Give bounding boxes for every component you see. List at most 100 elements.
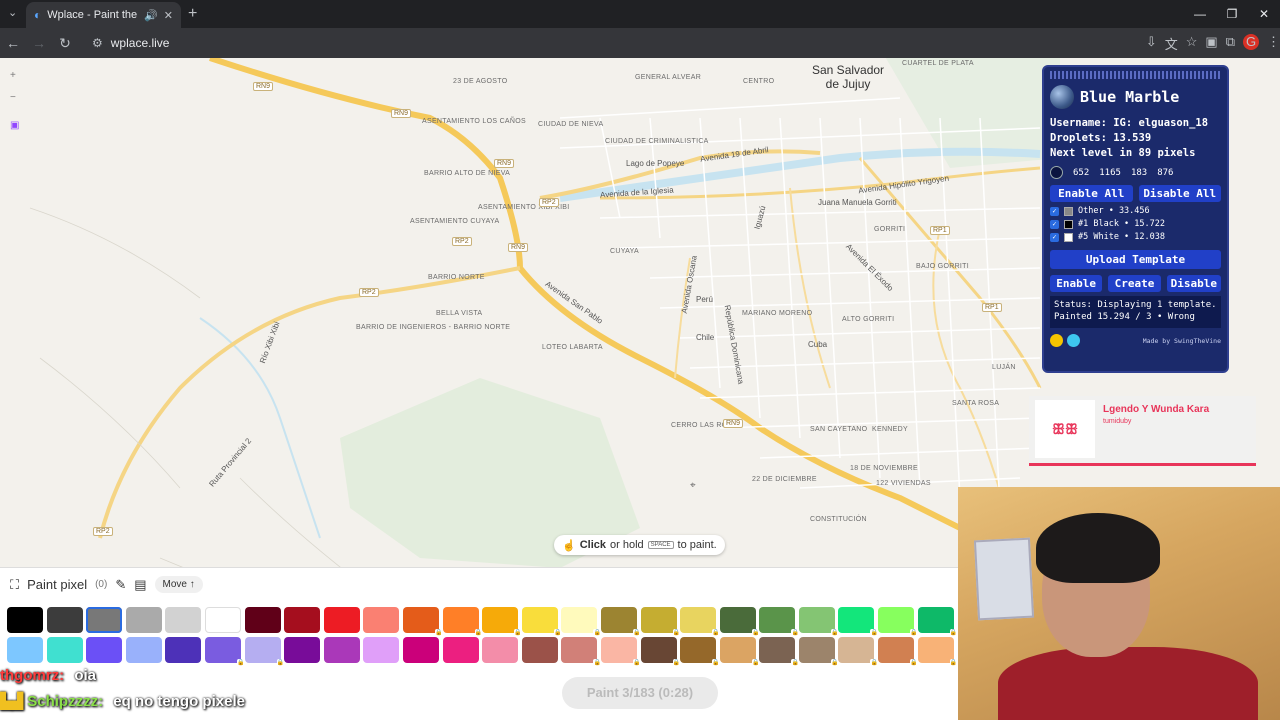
- tab-audio-icon[interactable]: 🔊: [144, 9, 158, 22]
- pin-coordinates-icon[interactable]: [1050, 166, 1063, 179]
- palette-color-swatch[interactable]: [442, 637, 479, 663]
- zoom-in-icon[interactable]: +: [10, 70, 16, 81]
- palette-color-swatch[interactable]: [482, 637, 519, 663]
- palette-color-swatch[interactable]: 🔒: [719, 637, 760, 667]
- paint-button[interactable]: Paint 3/183 (0:28): [562, 677, 718, 709]
- browser-menu-icon[interactable]: ⋮: [1267, 34, 1280, 53]
- coord-tile-x[interactable]: 652: [1073, 168, 1089, 178]
- palette-color-swatch[interactable]: [46, 607, 83, 633]
- palette-color-swatch[interactable]: [86, 607, 123, 633]
- panel-drag-handle[interactable]: [1050, 71, 1221, 79]
- eraser-icon[interactable]: ▤: [134, 577, 146, 593]
- settings-toggle-icon[interactable]: [1067, 334, 1080, 347]
- palette-color-swatch[interactable]: 🔒: [680, 637, 721, 667]
- minimize-icon[interactable]: —: [1184, 0, 1216, 28]
- palette-color-swatch[interactable]: 🔒: [759, 607, 800, 637]
- palette-color-swatch[interactable]: [323, 637, 360, 663]
- palette-color-swatch[interactable]: 🔒: [244, 637, 285, 667]
- zoom-out-icon[interactable]: −: [10, 92, 16, 103]
- palette-color-swatch[interactable]: [7, 607, 43, 633]
- palette-color-swatch[interactable]: 🔒: [680, 607, 721, 637]
- new-tab-icon[interactable]: +: [188, 5, 197, 23]
- palette-color-swatch[interactable]: [402, 637, 439, 663]
- coord-tile-y[interactable]: 1165: [1099, 168, 1121, 178]
- translate-icon[interactable]: 文: [1165, 34, 1178, 53]
- globe-icon[interactable]: [1050, 85, 1074, 109]
- palette-color-swatch[interactable]: 🔒: [759, 637, 800, 667]
- palette-color-swatch[interactable]: 🔒: [442, 607, 483, 637]
- palette-color-swatch[interactable]: [521, 637, 558, 663]
- palette-color-swatch[interactable]: [86, 637, 123, 663]
- palette-color-swatch[interactable]: [125, 637, 162, 663]
- palette-color-swatch[interactable]: 🔒: [482, 607, 523, 637]
- emoji-toggle-icon[interactable]: [1050, 334, 1063, 347]
- palette-color-swatch[interactable]: 🔒: [838, 607, 879, 637]
- status-textarea[interactable]: Status: Displaying 1 template. Painted 1…: [1050, 296, 1221, 328]
- palette-color-swatch[interactable]: [244, 607, 281, 633]
- palette-color-swatch[interactable]: 🔒: [561, 637, 602, 667]
- palette-color-swatch[interactable]: 🔒: [561, 607, 602, 637]
- create-button[interactable]: Create: [1108, 275, 1161, 292]
- reload-icon[interactable]: ↻: [52, 35, 78, 52]
- forward-icon[interactable]: →: [26, 35, 52, 51]
- color-filter-item[interactable]: ✓ Other • 33.456: [1050, 206, 1221, 216]
- pencil-icon[interactable]: ✎: [115, 577, 126, 593]
- palette-color-swatch[interactable]: [284, 607, 321, 633]
- palette-color-swatch[interactable]: 🔒: [204, 637, 245, 667]
- palette-color-swatch[interactable]: 🔒: [600, 607, 641, 637]
- palette-color-swatch[interactable]: [284, 637, 321, 663]
- checkbox-icon[interactable]: ✓: [1050, 219, 1059, 229]
- expand-icon[interactable]: ⛶: [10, 577, 19, 593]
- color-filter-item[interactable]: ✓ #1 Black • 15.722: [1050, 219, 1221, 229]
- palette-color-swatch[interactable]: 🔒: [719, 607, 760, 637]
- browser-tab[interactable]: ◐ Wplace - Paint the world 🔊 ✕: [26, 2, 181, 28]
- tab-close-icon[interactable]: ✕: [164, 9, 173, 22]
- palette-color-swatch[interactable]: 🔒: [521, 607, 562, 637]
- color-swatch: [1064, 206, 1073, 216]
- palette-color-swatch[interactable]: 🔒: [600, 637, 641, 667]
- checkbox-icon[interactable]: ✓: [1050, 232, 1059, 242]
- palette-color-swatch[interactable]: 🔒: [878, 607, 919, 637]
- palette-color-swatch[interactable]: 🔒: [402, 607, 443, 637]
- palette-color-swatch[interactable]: [323, 607, 360, 633]
- color-filter-item[interactable]: ✓ #5 White • 12.038: [1050, 232, 1221, 242]
- disable-button[interactable]: Disable: [1166, 275, 1222, 292]
- close-window-icon[interactable]: ✕: [1248, 0, 1280, 28]
- palette-color-swatch[interactable]: 🔒: [838, 637, 879, 667]
- extensions-puzzle-icon[interactable]: ⧉: [1226, 34, 1235, 53]
- palette-color-swatch[interactable]: [204, 607, 241, 633]
- address-bar[interactable]: ⚙ wplace.live: [86, 32, 1136, 54]
- bookmark-star-icon[interactable]: ☆: [1186, 34, 1198, 53]
- palette-color-swatch[interactable]: [363, 637, 400, 663]
- enable-button[interactable]: Enable: [1050, 275, 1103, 292]
- palette-color-swatch[interactable]: [7, 637, 43, 663]
- coord-pixel-x[interactable]: 183: [1131, 168, 1147, 178]
- palette-color-swatch[interactable]: [46, 637, 83, 663]
- palette-color-swatch[interactable]: 🔒: [798, 607, 839, 637]
- restore-icon[interactable]: ❐: [1216, 0, 1248, 28]
- palette-color-swatch[interactable]: [125, 607, 162, 633]
- streamer-hair: [1036, 513, 1160, 583]
- palette-color-swatch[interactable]: [363, 607, 400, 633]
- coord-pixel-y[interactable]: 876: [1157, 168, 1173, 178]
- palette-color-swatch[interactable]: 🔒: [640, 607, 681, 637]
- upload-template-button[interactable]: Upload Template: [1050, 250, 1221, 269]
- enable-all-button[interactable]: Enable All: [1050, 185, 1133, 202]
- palette-color-swatch[interactable]: 🔒: [640, 637, 681, 667]
- back-icon[interactable]: ←: [0, 35, 26, 51]
- palette-color-swatch[interactable]: [165, 607, 202, 633]
- disable-all-button[interactable]: Disable All: [1138, 185, 1221, 202]
- palette-color-swatch[interactable]: [165, 637, 202, 663]
- palette-color-swatch[interactable]: 🔒: [798, 637, 839, 667]
- palette-color-swatch[interactable]: 🔒: [917, 607, 958, 637]
- palette-color-swatch[interactable]: 🔒: [917, 637, 958, 667]
- move-button[interactable]: Move ↑: [154, 576, 203, 593]
- site-info-icon[interactable]: ⚙: [92, 36, 103, 50]
- tab-list-icon[interactable]: ⌄: [8, 6, 17, 19]
- extension-icon[interactable]: ▣: [1205, 34, 1217, 53]
- twitch-icon[interactable]: ▣: [10, 120, 19, 131]
- profile-avatar[interactable]: G: [1243, 33, 1260, 50]
- palette-color-swatch[interactable]: 🔒: [878, 637, 919, 667]
- install-icon[interactable]: ⇩: [1146, 34, 1157, 53]
- checkbox-icon[interactable]: ✓: [1050, 206, 1059, 216]
